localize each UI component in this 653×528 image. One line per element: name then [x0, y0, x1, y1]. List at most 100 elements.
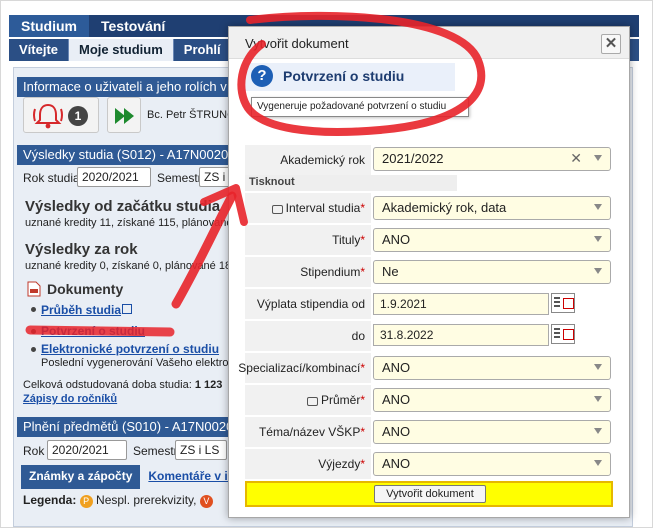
user-name: Bc. Petr ŠTRUNC: [147, 109, 236, 121]
top-nav-studium[interactable]: Studium: [9, 15, 89, 37]
titles-value: ANO: [382, 232, 411, 247]
legend-p-badge: P: [79, 495, 93, 508]
legend-v-badge: V: [199, 495, 213, 508]
specializations-value: ANO: [382, 360, 411, 375]
document-name: Potvrzení o studiu: [283, 68, 405, 84]
scholarship-label-text: Stipendium: [300, 265, 361, 279]
bullet-icon: [31, 329, 36, 334]
thesis-topic-label-text: Téma/název VŠKP: [258, 425, 361, 439]
plan-rok-label: Rok: [23, 444, 45, 458]
payout-to-label-text: do: [351, 329, 365, 343]
trips-select[interactable]: ANO: [373, 452, 611, 476]
calendar-icon[interactable]: [551, 324, 575, 344]
year-results-title: Výsledky za rok: [25, 241, 138, 258]
academic-year-select[interactable]: 2021/2022 ✕: [373, 147, 611, 171]
plan-rok-select[interactable]: 2020/2021: [47, 440, 127, 460]
specializations-select[interactable]: ANO: [373, 356, 611, 380]
bullet-icon: [31, 347, 36, 352]
chevron-down-icon: [594, 268, 602, 274]
help-tooltip: Vygeneruje požadované potvrzení o studiu: [251, 97, 469, 117]
since-start-text: uznané kredity 11, získané 115, plánovan…: [25, 217, 233, 229]
chevron-down-icon: [594, 364, 602, 370]
double-arrow-icon: [115, 108, 134, 124]
sub-nav-vitejte[interactable]: Vítejte: [9, 39, 70, 61]
sub-nav-moje-studium[interactable]: Moje studium: [69, 39, 174, 61]
comment-icon: [306, 396, 318, 406]
payout-from-input[interactable]: 1.9.2021: [373, 293, 549, 315]
trips-label-text: Výjezdy: [318, 457, 361, 471]
close-icon: ✕: [604, 35, 618, 52]
dialog-footer: Vytvořit dokument: [245, 481, 613, 507]
create-document-button[interactable]: Vytvořit dokument: [374, 485, 486, 503]
plan-semestr-select[interactable]: ZS i LS: [175, 440, 227, 460]
plan-semestr-label: Semestr: [133, 444, 178, 458]
bell-icon: [33, 103, 63, 129]
close-button[interactable]: ✕: [601, 34, 621, 54]
payout-to-input[interactable]: 31.8.2022: [373, 324, 549, 346]
legend-label: Legenda:: [23, 493, 77, 507]
top-nav-testovani[interactable]: Testování: [89, 15, 177, 37]
academic-year-label: Akademický rok: [245, 145, 371, 175]
create-document-dialog: Vytvořit dokument ✕ ? Potvrzení o studiu…: [228, 26, 630, 518]
scholarship-value: Ne: [382, 264, 399, 279]
payout-from-label: Výplata stipendia od: [245, 289, 371, 319]
study-interval-select[interactable]: Akademický rok, data: [373, 196, 611, 220]
academic-year-label-text: Akademický rok: [280, 153, 365, 167]
documents-title: Dokumenty: [47, 281, 124, 297]
average-select[interactable]: ANO: [373, 388, 611, 412]
total-duration-label: Celková odstudovaná doba studia:: [23, 379, 192, 391]
link-zapisy-do-rocniku[interactable]: Zápisy do ročníků: [23, 393, 117, 405]
study-interval-value: Akademický rok, data: [382, 200, 507, 215]
link-prubeh-studia[interactable]: Průběh studia: [41, 303, 121, 317]
notification-count-badge: 1: [68, 106, 88, 126]
since-start-title: Výsledky od začátku studia: [25, 198, 221, 215]
average-label-text: Průměr: [320, 393, 361, 407]
study-interval-label: Interval studia *: [245, 193, 371, 223]
titles-select[interactable]: ANO: [373, 228, 611, 252]
legend-p-text: Nespl. prerekvizity,: [96, 493, 197, 507]
titles-label-text: Tituly: [332, 233, 361, 247]
average-label: Průměr *: [245, 385, 371, 415]
trips-value: ANO: [382, 456, 411, 471]
specializations-label: Specializací/kombinací *: [238, 353, 371, 383]
link-elektronicke-potvrzeni[interactable]: Elektronické potvrzení o studiu: [41, 342, 219, 356]
chevron-down-icon: [594, 204, 602, 210]
help-icon[interactable]: ?: [251, 65, 273, 87]
year-results-text: uznané kredity 0, získané 0, plánované 1…: [25, 260, 235, 272]
bullet-icon: [31, 307, 36, 312]
chevron-down-icon: [594, 155, 602, 161]
thesis-topic-select[interactable]: ANO: [373, 420, 611, 444]
forward-button[interactable]: [107, 97, 141, 133]
chevron-down-icon: [594, 396, 602, 402]
specializations-label-text: Specializací/kombinací: [238, 361, 361, 375]
sub-nav-prohlizeni[interactable]: Prohlí: [174, 39, 232, 61]
study-interval-label-text: Interval studia: [285, 201, 361, 215]
link-potvrzeni-o-studiu[interactable]: Potvrzení o studiu: [41, 324, 145, 338]
legend: Legenda: P Nespl. prerekvizity, V: [23, 493, 213, 508]
pdf-icon: [27, 281, 41, 297]
rok-studia-label: Rok studia: [23, 171, 80, 185]
titles-label: Tituly *: [245, 225, 371, 255]
payout-from-label-text: Výplata stipendia od: [256, 297, 365, 311]
trips-label: Výjezdy *: [245, 449, 371, 479]
chevron-down-icon: [594, 236, 602, 242]
notifications-button[interactable]: 1: [23, 97, 99, 133]
clear-icon[interactable]: ✕: [570, 150, 582, 167]
tab-grades[interactable]: Známky a zápočty: [21, 465, 141, 489]
section-print: Tisknout: [245, 175, 457, 191]
rok-studia-select[interactable]: 2020/2021: [77, 167, 151, 187]
academic-year-value: 2021/2022: [382, 151, 444, 166]
payout-to-label: do: [245, 321, 371, 351]
chevron-down-icon: [594, 428, 602, 434]
comment-icon: [271, 204, 283, 214]
last-generated-text: Poslední vygenerování Vašeho elektron: [41, 357, 235, 369]
thesis-topic-value: ANO: [382, 424, 411, 439]
semestr-label: Semestr: [157, 171, 202, 185]
total-duration: Celková odstudovaná doba studia: 1 123: [23, 379, 222, 391]
dialog-titlebar: Vytvořit dokument ✕: [229, 27, 629, 59]
dialog-title: Vytvořit dokument: [245, 36, 349, 51]
thesis-topic-label: Téma/název VŠKP *: [245, 417, 371, 447]
scholarship-select[interactable]: Ne: [373, 260, 611, 284]
calendar-icon[interactable]: [551, 293, 575, 313]
scholarship-label: Stipendium *: [245, 257, 371, 287]
